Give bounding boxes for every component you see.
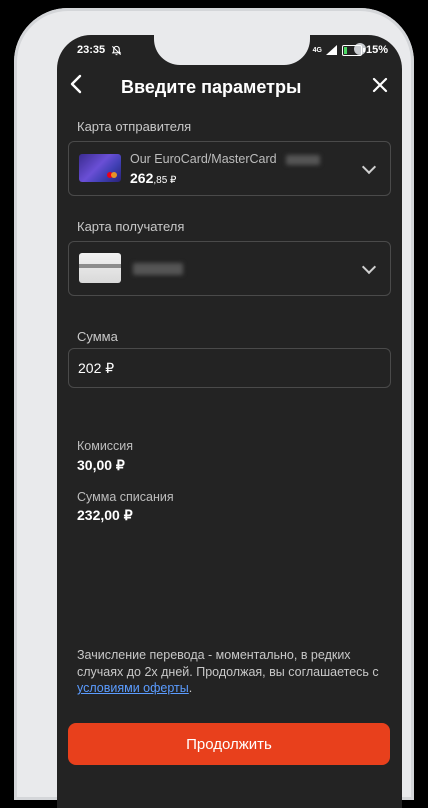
- page-title: Введите параметры: [121, 77, 302, 97]
- signal-icon: [325, 45, 337, 55]
- recipient-card-label: Карта получателя: [77, 219, 185, 234]
- status-bar-right: 4G 15%: [313, 44, 388, 56]
- continue-button[interactable]: Продолжить: [68, 723, 390, 765]
- debit-amount-label: Сумма списания: [77, 490, 174, 504]
- bell-off-icon: [111, 45, 122, 55]
- recipient-card-image: [79, 253, 121, 283]
- back-chevron-icon[interactable]: [69, 73, 83, 99]
- sender-card-name: Our EuroCard/MasterCard: [130, 152, 321, 166]
- chevron-down-icon: [361, 259, 377, 275]
- sender-card-image: [79, 154, 121, 182]
- sender-card-balance: 262,85 ₽: [130, 170, 177, 186]
- chevron-down-icon: [361, 159, 377, 175]
- transfer-note: Зачисление перевода - моментально, в ред…: [77, 648, 379, 695]
- network-indicator: 4G: [312, 46, 322, 54]
- battery-icon: [341, 44, 365, 56]
- commission-label: Комиссия: [77, 439, 134, 453]
- sender-card-label: Карта отправителя: [77, 119, 192, 134]
- status-bar-left: 23:35: [77, 44, 122, 56]
- close-icon[interactable]: [372, 74, 388, 98]
- notch: [154, 35, 366, 65]
- amount-value: 202 ₽: [78, 360, 115, 376]
- amount-input[interactable]: 202 ₽: [68, 348, 391, 388]
- masked-card-number: [286, 154, 321, 165]
- offer-terms-link[interactable]: условиями оферты: [77, 681, 189, 695]
- header: Введите параметры: [57, 73, 402, 101]
- sender-card-select[interactable]: Our EuroCard/MasterCard 262,85 ₽: [68, 141, 391, 196]
- commission-value: 30,00 ₽: [77, 457, 125, 473]
- masked-recipient-card: [133, 263, 183, 275]
- phone-frame: 23:35 4G 15% Введите параметры Карта отп…: [14, 8, 414, 808]
- amount-label: Сумма: [77, 329, 118, 344]
- status-time: 23:35: [77, 44, 106, 56]
- battery-percent: 15%: [365, 44, 388, 56]
- debit-amount-value: 232,00 ₽: [77, 507, 133, 523]
- recipient-card-select[interactable]: [68, 241, 391, 296]
- app-screen: 23:35 4G 15% Введите параметры Карта отп…: [57, 35, 402, 808]
